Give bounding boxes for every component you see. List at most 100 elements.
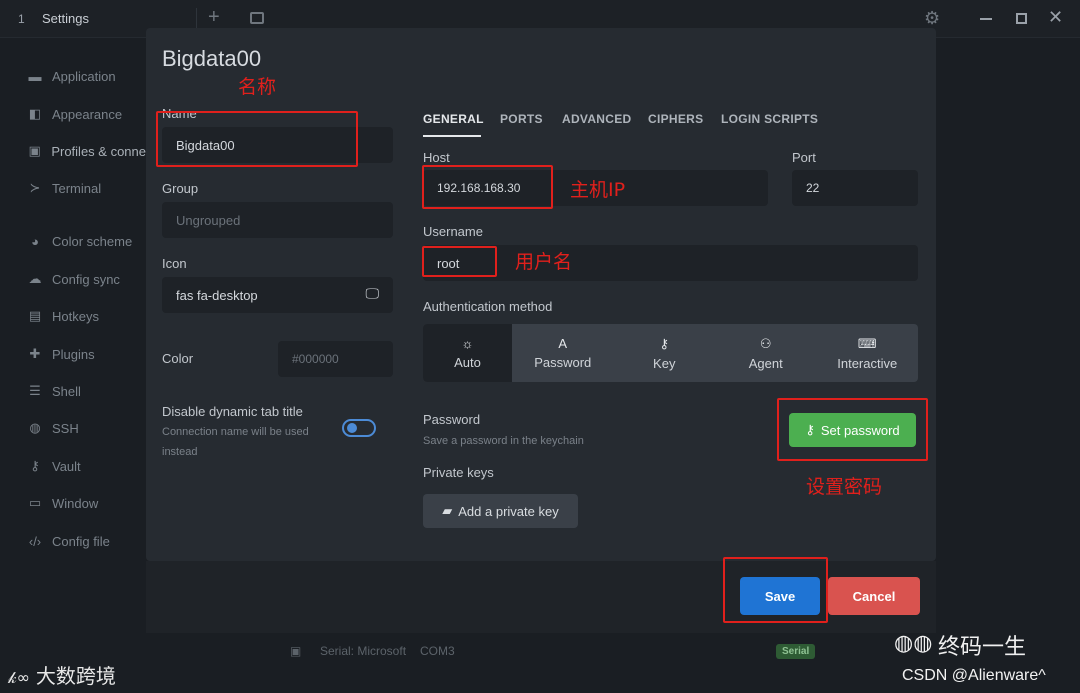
auth-method-selector: ☼ Auto A Password ⚷ Key ⚇ Agent ⌨ Interactive [423,324,918,382]
sidebar-item-label: Hotkeys [52,308,99,324]
port-label: Port [792,150,816,165]
tab-login-scripts[interactable]: LOGIN SCRIPTS [721,112,818,126]
serial-badge: Serial [776,643,816,659]
auth-option-label: Agent [748,355,783,371]
sidebar-item-label: Config file [52,533,110,549]
sidebar-item-config-file[interactable]: ‹/› Config file [0,526,146,556]
password-help: Save a password in the keychain [423,435,584,447]
auth-option-label: Key [653,355,676,371]
annotation-host-ip: 主机IP [570,179,626,201]
auth-option-interactive[interactable]: ⌨ Interactive [817,324,919,382]
code-icon: ‹/› [28,533,42,549]
new-tab-icon[interactable]: + [208,6,220,29]
sidebar-item-plugins[interactable]: ✚ Plugins [0,339,146,369]
auth-method-label: Authentication method [423,299,553,314]
sidebar-item-shell[interactable]: ☰ Shell [0,376,146,406]
username-label: Username [423,224,483,239]
sidebar-item-appearance[interactable]: ◧ Appearance [0,99,146,129]
maximize-icon[interactable] [1016,13,1027,24]
cancel-button[interactable]: Cancel [828,577,920,615]
icon-label: Icon [162,256,187,271]
bulb-icon: ☼ [461,336,474,351]
minimize-icon[interactable] [980,18,992,20]
dynamic-title-toggle[interactable] [342,419,376,437]
modal-title: Bigdata00 [162,46,262,71]
sidebar-item-config-sync[interactable]: ☁ Config sync [0,264,146,294]
palette-icon: ◕ [31,233,39,249]
annotation-set-password: 设置密码 [806,476,883,498]
tabs-overview-icon[interactable] [250,12,264,24]
sidebar-item-terminal[interactable]: ≻ Terminal [0,173,146,203]
profiles-icon: ▣ [28,143,41,158]
brand-logo-icon: 𝓀∞ [8,668,30,687]
globe-icon: ◍ [29,420,41,435]
sidebar-item-hotkeys[interactable]: ▤ Hotkeys [0,301,146,331]
username-field[interactable]: root [423,245,918,281]
sidebar-item-label: Appearance [52,106,123,122]
auth-option-label: Password [534,355,592,370]
list-icon: ☰ [29,383,41,398]
sidebar-item-label: Terminal [52,180,102,196]
icon-field[interactable]: fas fa-desktop 🖵 [162,277,393,313]
icon-field-value: fas fa-desktop [176,287,258,303]
font-icon: A [558,336,568,351]
serial-port-label: COM3 [420,644,455,658]
annotation-box-name [156,111,358,167]
folder-open-icon: ▰ [442,503,453,518]
dynamic-title-label: Disable dynamic tab title [162,404,303,419]
desktop-icon: 🖵 [365,285,380,301]
private-keys-label: Private keys [423,465,494,480]
serial-profile-label: Serial: Microsoft [320,644,407,658]
auth-option-key[interactable]: ⚷ Key [614,324,716,382]
agent-icon: ⚇ [759,335,772,351]
sidebar-item-window[interactable]: ▭ Window [0,488,146,518]
dynamic-title-help: Connection name will be used [162,426,309,438]
keyboard-icon: ⌨ [857,335,877,351]
auth-option-agent[interactable]: ⚇ Agent [715,324,817,382]
gear-icon[interactable]: ⚙ [924,8,940,29]
tab-advanced[interactable]: ADVANCED [562,112,632,126]
tab-ports[interactable]: PORTS [500,112,543,126]
close-icon[interactable]: ✕ [1048,7,1063,28]
watermark-right: 终码一生 [938,635,1027,660]
sidebar-item-application[interactable]: ▬ Application [0,61,146,91]
password-label: Password [423,412,481,427]
window-icon: ▭ [28,495,42,510]
watermark-left: 𝓀∞ 大数跨境 [8,660,116,689]
sidebar-item-ssh[interactable]: ◍ SSH [0,413,146,443]
active-tab-indicator [423,135,481,137]
annotation-box-set-password [777,398,928,461]
sidebar-item-label: Color scheme [52,233,133,249]
terminal-icon: ≻ [29,180,41,195]
sidebar-item-label: Vault [52,458,81,474]
chip-icon: ▣ [290,644,302,658]
tab-settings[interactable]: Settings [42,11,89,26]
group-label: Group [162,181,199,196]
sidebar-item-color-scheme[interactable]: ◕ Color scheme [0,226,146,256]
sidebar-item-label: Shell [52,383,81,399]
tab-ciphers[interactable]: CIPHERS [648,112,703,126]
tab-general[interactable]: GENERAL [423,112,484,126]
sidebar-item-label: Config sync [52,271,120,287]
color-label: Color [162,351,194,366]
watermark-csdn: CSDN @Alienware^ [902,667,1046,684]
auth-option-password[interactable]: A Password [512,324,614,382]
sidebar-item-profiles[interactable]: ▣ Profiles & conne [0,136,146,166]
add-private-key-label: Add a private key [458,503,559,519]
add-private-key-button[interactable]: ▰ Add a private key [423,494,578,528]
tab-divider [196,8,197,30]
profile-list-row[interactable]: ▣ Serial: Microsoft COM3 Serial [280,640,820,662]
puzzle-icon: ✚ [29,346,41,361]
annotation-username: 用户名 [515,251,573,273]
wechat-icon: ◍◍ [894,630,933,655]
group-field[interactable]: Ungrouped [162,202,393,238]
annotation-name: 名称 [238,76,277,98]
settings-sidebar: ▬ Application ◧ Appearance ▣ Profiles & con… [0,38,146,693]
port-field[interactable]: 22 [792,170,918,206]
sidebar-item-vault[interactable]: ⚷ Vault [0,451,146,481]
color-field[interactable]: #000000 [278,341,393,377]
auth-option-auto[interactable]: ☼ Auto [423,324,512,382]
sidebar-item-label: Application [52,68,116,84]
window-icon: ▬ [28,68,42,84]
sidebar-item-label: SSH [52,420,79,436]
